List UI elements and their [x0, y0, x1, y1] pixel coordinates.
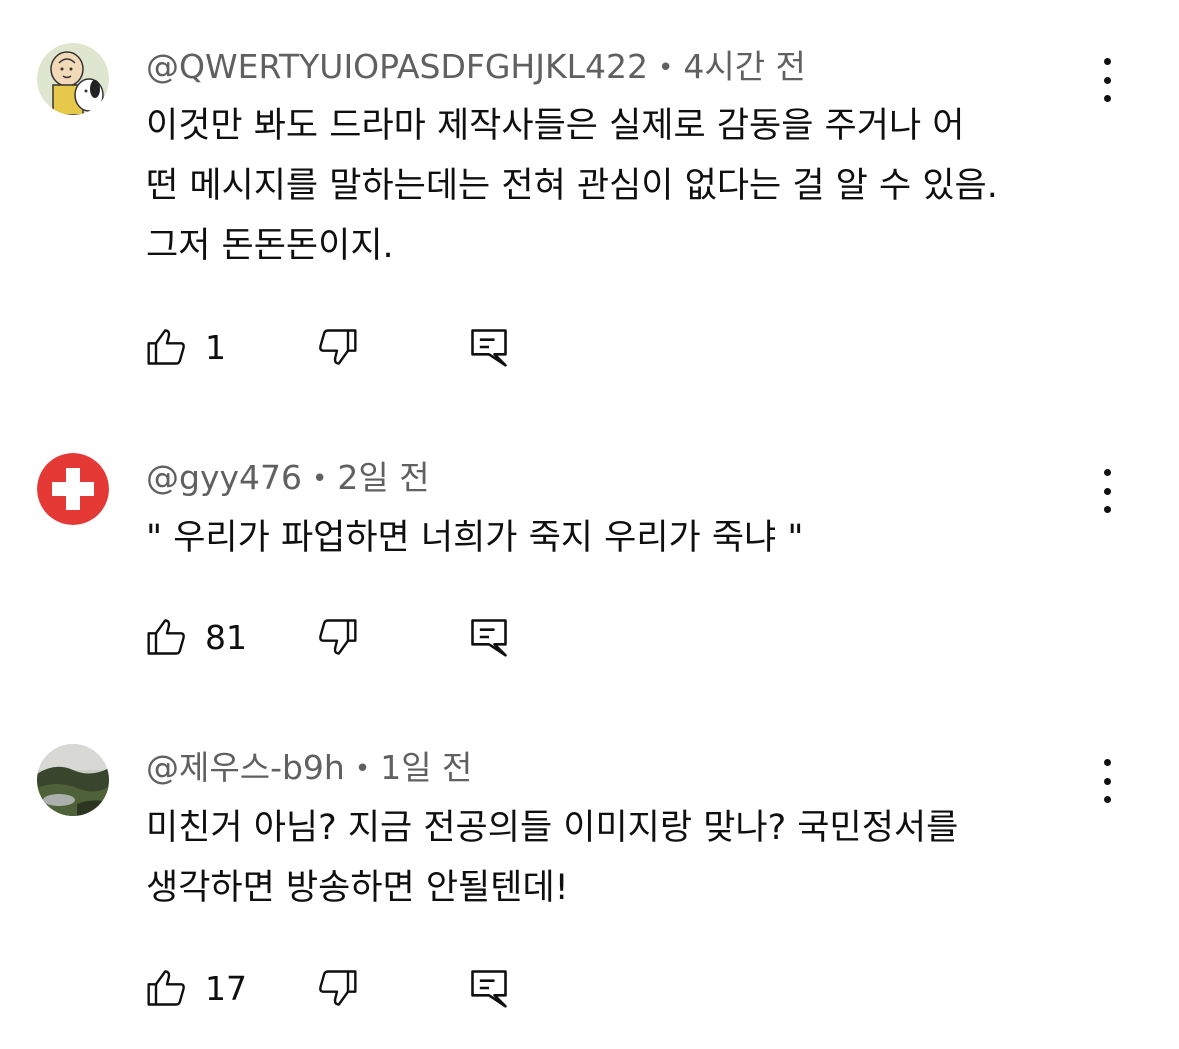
comment-text: 이것만 봐도 드라마 제작사들은 실제로 감동을 주거나 어 떤 메시지를 말하… [146, 96, 1106, 276]
swiss-cross-avatar-icon [37, 453, 109, 525]
avatar[interactable] [37, 744, 109, 816]
reply-button[interactable] [467, 325, 511, 369]
more-options-button[interactable] [1092, 759, 1122, 803]
reply-comment-icon [471, 970, 507, 1008]
thumbs-up-icon [147, 329, 185, 365]
comment-text-line: 미친거 아님? 지금 전공의들 이미지랑 맞나? 국민정서를 [146, 808, 959, 848]
more-options-button[interactable] [1092, 469, 1122, 513]
like-count: 81 [205, 617, 247, 657]
comment-text-line: 이것만 봐도 드라마 제작사들은 실제로 감동을 주거나 어 [146, 106, 965, 146]
comment-actions: 81 [145, 615, 525, 659]
comment-text: 미친거 아님? 지금 전공의들 이미지랑 맞나? 국민정서를 생각하면 방송하면… [146, 798, 1106, 918]
dislike-button[interactable] [315, 615, 359, 659]
comment-time: 1일 전 [380, 748, 473, 787]
reply-button[interactable] [467, 966, 511, 1010]
reply-comment-icon [471, 329, 507, 367]
like-count: 17 [205, 968, 247, 1008]
thumbs-down-icon [319, 329, 357, 365]
landscape-avatar-icon [37, 744, 109, 816]
more-dot-icon [1103, 759, 1111, 766]
thumbs-down-icon [319, 619, 357, 655]
reply-comment-icon [471, 619, 507, 657]
more-dot-icon [1103, 487, 1111, 495]
comment-actions: 17 [145, 966, 525, 1010]
reply-button[interactable] [467, 615, 511, 659]
thumbs-up-icon [147, 619, 185, 655]
author-name[interactable]: @gyy476 [146, 458, 302, 497]
comment-text-line: " 우리가 파업하면 너희가 죽지 우리가 죽냐 " [146, 518, 804, 558]
dislike-button[interactable] [315, 325, 359, 369]
like-button[interactable]: 17 [145, 966, 247, 1010]
more-dot-icon [1103, 58, 1111, 65]
comment-time: 2일 전 [337, 458, 430, 497]
comment-text: " 우리가 파업하면 너희가 죽지 우리가 죽냐 " [146, 508, 1106, 568]
avatar[interactable] [37, 453, 109, 525]
author-name[interactable]: @제우스-b9h [146, 748, 345, 787]
comment-meta: @QWERTYUIOPASDFGHJKL422 • 4시간 전 [146, 47, 806, 88]
separator-dot: • [354, 754, 371, 784]
dislike-button[interactable] [315, 966, 359, 1010]
thumbs-up-icon [147, 970, 185, 1006]
like-count: 1 [205, 327, 226, 367]
comment-text-line: 그저 돈돈돈이지. [146, 226, 394, 266]
more-dot-icon [1103, 469, 1111, 476]
more-dot-icon [1103, 777, 1111, 785]
like-button[interactable]: 81 [145, 615, 247, 659]
comment-time: 4시간 전 [683, 47, 806, 86]
comment-meta: @제우스-b9h • 1일 전 [146, 748, 472, 789]
more-dot-icon [1103, 76, 1111, 84]
comment-actions: 1 [145, 325, 525, 369]
thumbs-down-icon [319, 970, 357, 1006]
author-name[interactable]: @QWERTYUIOPASDFGHJKL422 [146, 47, 648, 86]
comment-text-line: 떤 메시지를 말하는데는 전혀 관심이 없다는 걸 알 수 있음. [146, 166, 998, 206]
comment-text-line: 생각하면 방송하면 안될텐데! [146, 868, 569, 908]
separator-dot: • [658, 53, 674, 83]
separator-dot: • [312, 464, 328, 494]
snoopy-avatar-icon [37, 43, 109, 115]
like-button[interactable]: 1 [145, 325, 226, 369]
comment-meta: @gyy476 • 2일 전 [146, 458, 430, 499]
avatar[interactable] [37, 43, 109, 115]
